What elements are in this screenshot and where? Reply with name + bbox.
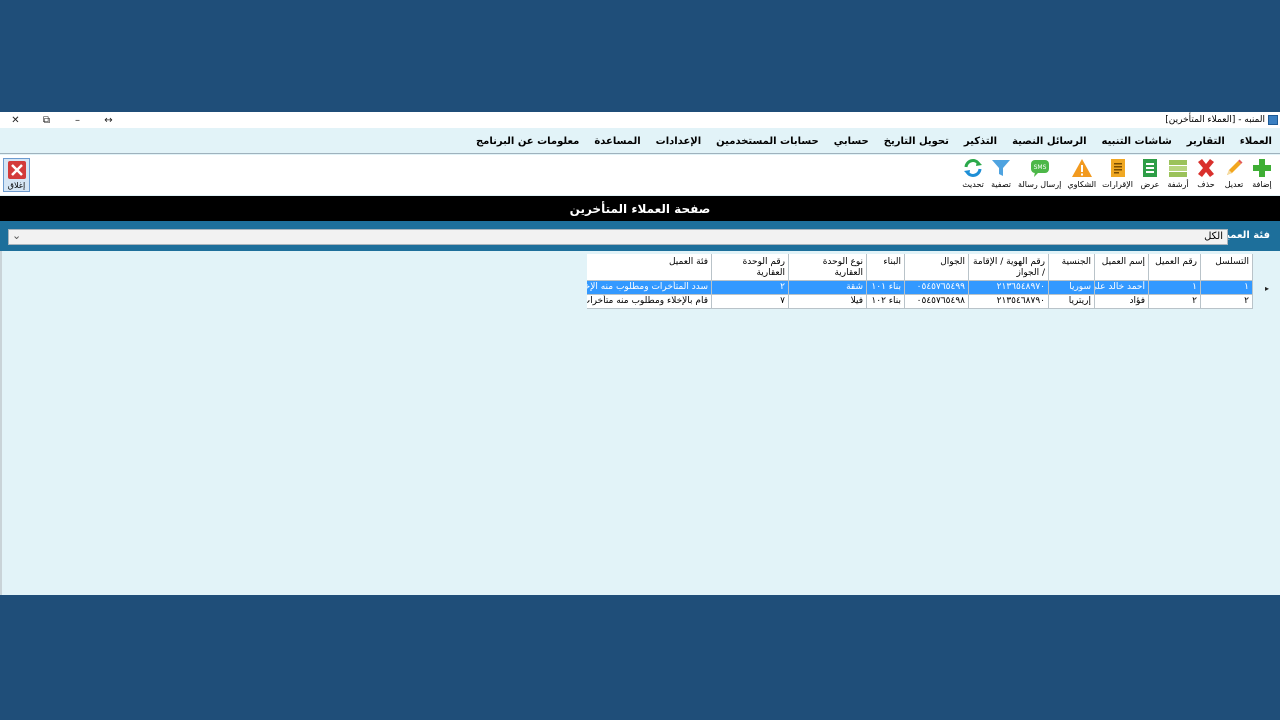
refresh-icon [962,157,984,179]
menu-my-account[interactable]: حسابي [834,136,869,147]
filter-button[interactable]: تصفية [987,157,1015,189]
cell-serial: ١ [1201,281,1253,295]
cell-unit-number: ٢ [712,281,789,295]
close-window-button[interactable]: ✕ [0,112,31,128]
window-title: المنبه - [العملاء المتأخرين] [1165,115,1265,125]
row-indicator-header [1253,254,1280,281]
restore-window-button[interactable]: ⧉ [31,112,62,128]
declarations-button[interactable]: الإقرارات [1099,157,1136,189]
warning-icon [1071,157,1093,179]
archive-label: أرشفة [1167,180,1189,189]
menu-user-accounts[interactable]: حسابات المستخدمين [716,136,819,147]
cell-unit-type: شقة [789,281,867,295]
column-header-mobile[interactable]: الجوال [905,254,969,281]
table-row[interactable]: ١ ١ أحمد خالد علي سوريا ٢١٣٦٥٤٨٩٧٠ ٠٥٤٥٧… [587,281,1253,295]
refresh-label: تحديث [962,180,984,189]
cell-customer-number: ٢ [1149,295,1201,309]
svg-text:SMS: SMS [1033,164,1046,171]
customer-category-value: الكل [1204,231,1223,242]
filter-icon [990,157,1012,179]
view-button[interactable]: عرض [1136,157,1164,189]
app-window: المنبه - [العملاء المتأخرين] ✕ ⧉ – ↔ الع… [0,112,1280,595]
menu-customers[interactable]: العملاء [1240,136,1272,147]
cell-mobile: ٠٥٤٥٧٦٥٤٩٩ [905,281,969,295]
menu-alert-screens[interactable]: شاشات التنبيه [1102,136,1172,147]
column-header-unit-type[interactable]: نوع الوحدة العقارية [789,254,867,281]
menu-reports[interactable]: التقارير [1187,136,1225,147]
pencil-icon [1223,157,1245,179]
cell-customer-category: قام بالإخلاء ومطلوب منه متأخرات [587,295,712,309]
delete-label: حذف [1197,180,1215,189]
menu-reminder[interactable]: التذكير [964,136,997,147]
resize-window-button[interactable]: ↔ [93,112,124,128]
complaints-button[interactable]: الشكاوي [1064,157,1099,189]
row-indicator[interactable] [1253,295,1280,309]
column-header-customer-name[interactable]: إسم العميل [1095,254,1149,281]
cell-building: بناء ١٠١ [867,281,905,295]
add-button[interactable]: إضافة [1248,157,1276,189]
minimize-window-button[interactable]: – [62,112,93,128]
complaints-label: الشكاوي [1067,180,1097,189]
table-header: التسلسل رقم العميل إسم العميل الجنسية رق… [587,254,1253,281]
late-customers-table: ▸ التسلسل رقم العميل إسم العميل الجنسية … [587,254,1280,309]
title-bar: المنبه - [العملاء المتأخرين] ✕ ⧉ – ↔ [0,112,1280,128]
cell-customer-name: فؤاد [1095,295,1149,309]
menu-text-messages[interactable]: الرسائل النصية [1012,136,1086,147]
column-header-unit-number[interactable]: رقم الوحدة العقارية [712,254,789,281]
row-indicator-selected[interactable]: ▸ [1253,281,1280,295]
archive-button[interactable]: أرشفة [1164,157,1192,189]
cell-nationality: إريتريا [1049,295,1095,309]
cell-id-number: ٢١٣٦٥٤٨٩٧٠ [969,281,1049,295]
cell-customer-category: سدد المتأخرات ومطلوب منه الإخلاء [587,281,712,295]
table-row[interactable]: ٢ ٢ فؤاد إريتريا ٢١٣٥٤٦٨٧٩٠ ٠٥٤٥٧٦٥٤٩٨ ب… [587,295,1253,309]
cell-customer-name: أحمد خالد علي [1095,281,1149,295]
sms-icon: SMS [1029,157,1051,179]
document-icon [1107,157,1129,179]
delete-x-icon [1195,157,1217,179]
cell-serial: ٢ [1201,295,1253,309]
left-border [0,251,2,595]
column-header-customer-category[interactable]: فئة العميل [587,254,712,281]
close-window-icon [6,159,28,181]
archive-icon [1167,157,1189,179]
customer-category-select[interactable]: الكل ⌄ [8,229,1228,245]
edit-label: تعديل [1224,180,1244,189]
refresh-button[interactable]: تحديث [959,157,987,189]
menu-settings[interactable]: الإعدادات [656,136,702,147]
menu-bar: العملاء التقارير شاشات التنبيه الرسائل ا… [0,128,1280,154]
chevron-down-icon: ⌄ [12,229,22,242]
column-header-nationality[interactable]: الجنسية [1049,254,1095,281]
filter-label: تصفية [991,180,1011,189]
column-header-building[interactable]: البناء [867,254,905,281]
cell-building: بناء ١٠٢ [867,295,905,309]
cell-customer-number: ١ [1149,281,1201,295]
toolbar: إضافة تعديل حذف أرشفة عرض الإقرارات الشك… [0,155,1280,195]
delete-button[interactable]: حذف [1192,157,1220,189]
cell-nationality: سوريا [1049,281,1095,295]
column-header-customer-number[interactable]: رقم العميل [1149,254,1201,281]
spreadsheet-icon [1139,157,1161,179]
cell-id-number: ٢١٣٥٤٦٨٧٩٠ [969,295,1049,309]
cell-mobile: ٠٥٤٥٧٦٥٤٩٨ [905,295,969,309]
page-title: صفحة العملاء المتأخرين [0,196,1280,221]
menu-about[interactable]: معلومات عن البرنامج [476,136,579,147]
filter-bar: فئة العميل الكل ⌄ [0,221,1280,251]
add-label: إضافة [1252,180,1272,189]
column-header-serial[interactable]: التسلسل [1201,254,1253,281]
close-page-label: إغلاق [7,181,26,190]
send-message-label: إرسال رسالة [1018,180,1062,189]
app-icon [1268,115,1278,125]
cell-unit-number: ٧ [712,295,789,309]
menu-help[interactable]: المساعدة [594,136,640,147]
cell-unit-type: فيلا [789,295,867,309]
view-label: عرض [1140,180,1160,189]
menu-date-convert[interactable]: تحويل التاريخ [884,136,949,147]
plus-icon [1251,157,1273,179]
declarations-label: الإقرارات [1102,180,1133,189]
edit-button[interactable]: تعديل [1220,157,1248,189]
send-message-button[interactable]: SMS إرسال رسالة [1015,157,1064,189]
column-header-id-number[interactable]: رقم الهوية / الإقامة / الجواز [969,254,1049,281]
close-page-button[interactable]: إغلاق [3,158,30,192]
